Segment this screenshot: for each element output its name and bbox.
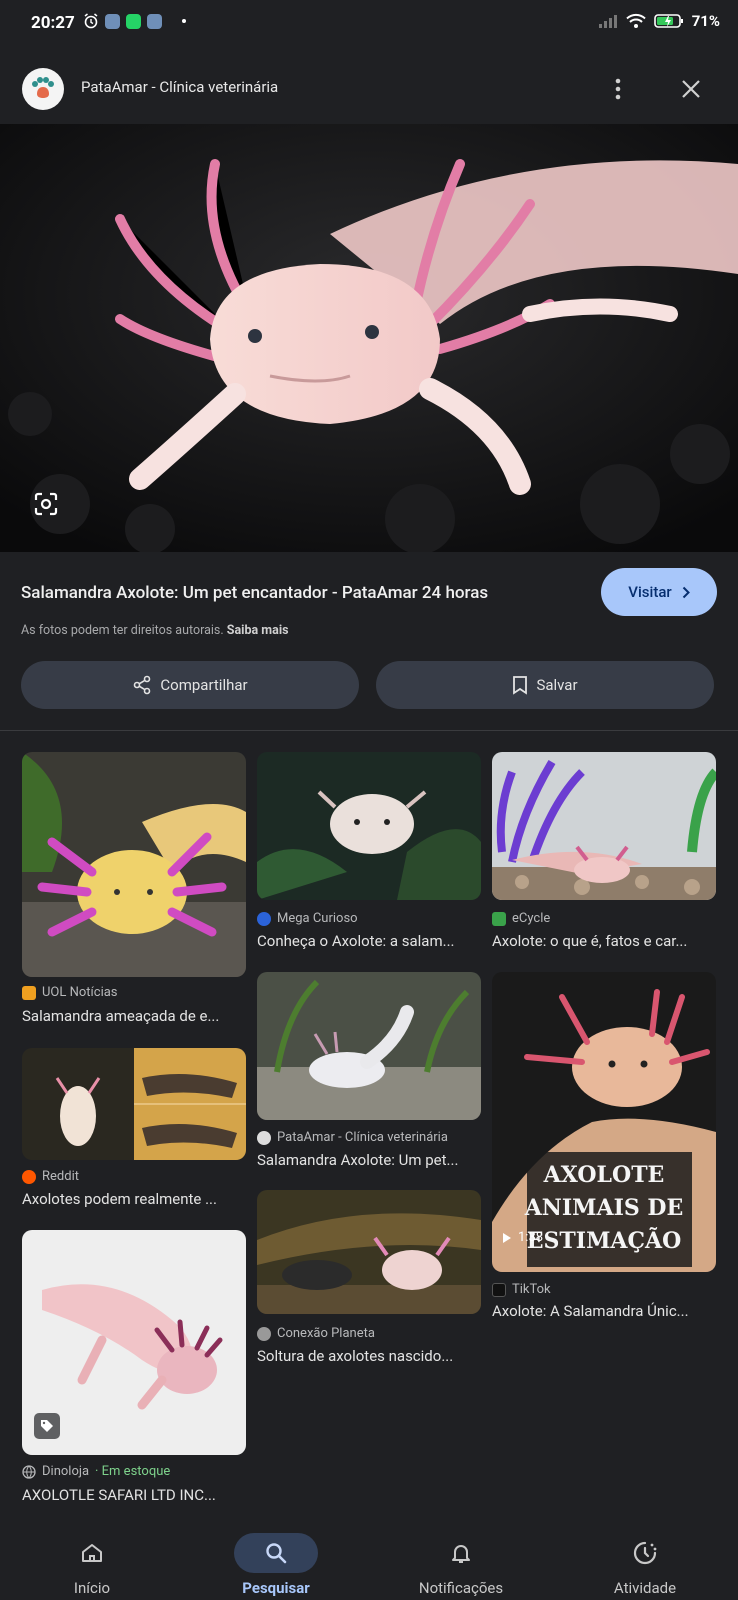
result-thumbnail (22, 1230, 246, 1455)
reddit-favicon (22, 1169, 36, 1184)
nav-activity[interactable]: Atividade (575, 1527, 715, 1600)
axolotl-photo (0, 124, 738, 552)
share-button[interactable]: Compartilhar (21, 661, 359, 709)
visual-search-button[interactable] (28, 486, 64, 522)
divider (0, 730, 738, 731)
result-caption: Soltura de axolotes nascido... (257, 1347, 454, 1365)
result-thumbnail: AXOLOTE ANIMAIS DE ESTIMAÇÃO 1:38 (492, 972, 716, 1272)
result-source: eCycle (512, 911, 551, 926)
result-caption: Salamandra ameaçada de e... (22, 1007, 220, 1025)
alarm-icon (84, 13, 98, 29)
nav-activity-label: Atividade (613, 1579, 677, 1597)
tag-icon (41, 1420, 53, 1432)
nav-notifications-label: Notificações (418, 1579, 504, 1597)
overlay-line: ANIMAIS DE (524, 1195, 684, 1221)
result-caption: Axolote: o que é, fatos e car... (492, 932, 688, 950)
visit-label: Visitar (628, 583, 672, 601)
battery-percentage: 71% (691, 12, 720, 30)
result-source: Mega Curioso (277, 911, 358, 926)
result-source: Dinoloja (42, 1464, 90, 1479)
more-options-button[interactable] (606, 74, 630, 104)
nav-search-label: Pesquisar (242, 1579, 310, 1597)
share-label: Compartilhar (160, 676, 248, 694)
close-button[interactable] (676, 74, 706, 104)
signal-icon (598, 15, 617, 28)
result-source: PataAmar - Clínica veterinária (277, 1130, 448, 1145)
pataamar-favicon (257, 1130, 271, 1145)
nav-notifications[interactable]: Notificações (391, 1527, 531, 1600)
result-thumbnail (22, 752, 246, 977)
bottom-navigation: Início Pesquisar Notificações Atividade (0, 1527, 738, 1600)
activity-icon (633, 1541, 657, 1565)
uol-favicon (22, 985, 36, 1000)
nav-home-label: Início (73, 1579, 111, 1597)
play-icon (503, 1232, 511, 1243)
bookmark-icon (513, 676, 528, 695)
stock-status: · Em estoque (95, 1464, 171, 1479)
tiktok-favicon (492, 1282, 506, 1297)
more-notifications-dot (182, 19, 186, 23)
result-thumbnail (257, 752, 481, 900)
result-source: UOL Notícias (42, 985, 118, 1000)
result-caption: Axolotes podem realmente ... (22, 1190, 217, 1208)
mega-curioso-favicon (257, 911, 271, 926)
image-title: Salamandra Axolote: Um pet encantador - … (21, 583, 489, 603)
wifi-icon (625, 13, 646, 28)
save-label: Salvar (536, 676, 578, 694)
app-notification-icon (105, 13, 120, 29)
result-source: Reddit (42, 1169, 79, 1184)
lens-result-header: PataAmar - Clínica veterinária (0, 46, 738, 124)
paw-logo-icon (32, 77, 54, 98)
nav-home[interactable]: Início (22, 1527, 162, 1600)
result-caption: AXOLOTLE SAFARI LTD INC... (22, 1486, 216, 1504)
learn-more-link[interactable]: Saiba mais (227, 623, 289, 638)
visit-button[interactable]: Visitar (601, 568, 717, 616)
status-time: 20:27 (31, 13, 75, 33)
overlay-line: AXOLOTE (543, 1162, 665, 1188)
site-name: PataAmar - Clínica veterinária (81, 78, 279, 96)
result-caption: Axolote: A Salamandra Únic... (492, 1302, 689, 1320)
search-icon (266, 1543, 287, 1564)
shopping-tag-badge (34, 1413, 60, 1439)
result-thumbnail (22, 1048, 246, 1160)
main-result-image[interactable] (0, 124, 738, 552)
app-notification-icon (147, 13, 162, 29)
close-icon (682, 80, 700, 98)
result-source: TikTok (512, 1282, 551, 1297)
save-button[interactable]: Salvar (376, 661, 714, 709)
conexao-planeta-favicon (257, 1326, 271, 1341)
ecycle-favicon (492, 911, 506, 926)
whatsapp-icon (126, 13, 141, 29)
copyright-notice: As fotos podem ter direitos autorais. Sa… (21, 623, 289, 638)
result-thumbnail (257, 1190, 481, 1314)
site-logo (22, 68, 64, 110)
result-caption: Salamandra Axolote: Um pet... (257, 1151, 459, 1169)
copyright-text: As fotos podem ter direitos autorais. (21, 623, 224, 638)
battery-icon (653, 14, 683, 28)
result-thumbnail (257, 972, 481, 1120)
video-duration-badge: 1:38 (502, 1230, 543, 1245)
nav-search[interactable]: Pesquisar (206, 1527, 346, 1600)
home-icon (82, 1544, 102, 1562)
result-caption: Conheça o Axolote: a salam... (257, 932, 455, 950)
video-duration: 1:38 (518, 1230, 544, 1245)
share-icon (134, 675, 151, 695)
lens-icon (34, 492, 58, 516)
result-source: Conexão Planeta (277, 1326, 375, 1341)
bell-icon (452, 1545, 470, 1563)
chevron-right-icon (682, 586, 690, 598)
globe-icon (22, 1464, 36, 1479)
status-bar: 20:27 71% (0, 0, 738, 46)
result-thumbnail (492, 752, 716, 900)
more-vert-icon (615, 78, 621, 100)
